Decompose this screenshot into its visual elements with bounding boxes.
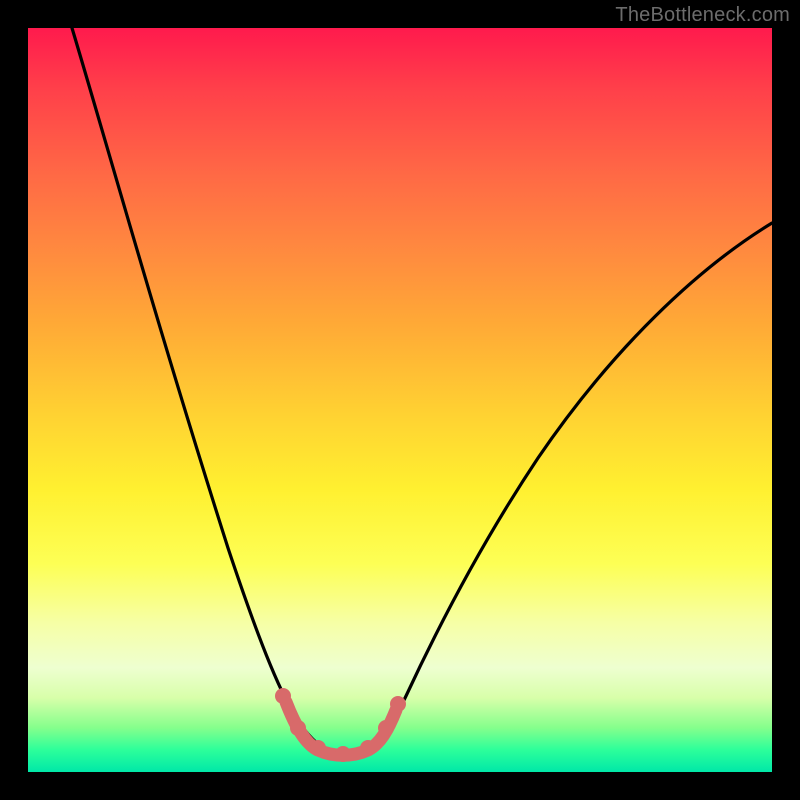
highlight-dot [335,746,351,762]
highlight-dot [275,688,291,704]
highlight-dot [290,720,306,736]
watermark-text: TheBottleneck.com [615,4,790,27]
highlight-dot [378,720,394,736]
chart-plot-area [28,28,772,772]
highlight-dot [360,740,376,756]
chart-svg [28,28,772,772]
highlight-dot [310,740,326,756]
bottleneck-curve [72,28,772,753]
chart-frame: TheBottleneck.com [0,0,800,800]
highlight-dot [390,696,406,712]
